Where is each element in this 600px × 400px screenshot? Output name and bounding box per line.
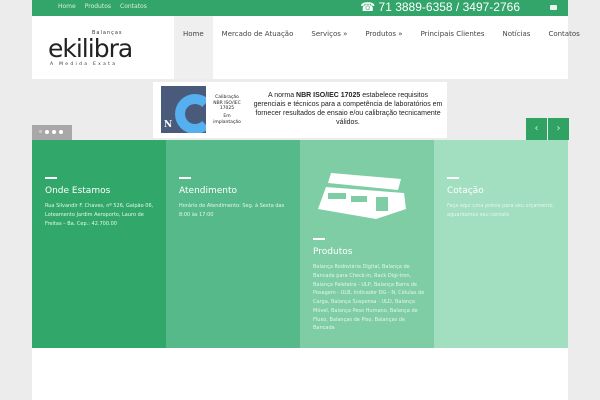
phone-number: ☎ 71 3889-6358 / 3497-2766	[360, 0, 520, 14]
slide-dot[interactable]	[59, 130, 63, 134]
column-text: Balança Rodoviária Digital, Balança de B…	[313, 264, 425, 332]
slide-dot[interactable]	[39, 130, 42, 133]
banner-text-pre: A norma	[268, 92, 297, 99]
content-area	[32, 348, 568, 400]
scale-icon	[318, 173, 406, 219]
slider-pagination[interactable]	[32, 125, 72, 140]
caption-line: Em implantação	[213, 113, 241, 125]
nav-clientes[interactable]: Principais Clientes	[412, 16, 494, 79]
slide-dot[interactable]	[45, 130, 49, 134]
top-link-home[interactable]: Home	[58, 3, 76, 10]
top-link-produtos[interactable]: Produtos	[85, 3, 111, 10]
divider	[45, 177, 57, 179]
slider-banner[interactable]: N Calibração NBR ISO/IEC 17025 Em implan…	[153, 82, 447, 138]
column-text: Horário de Atendimento: Seg. à Sexta das…	[179, 203, 285, 218]
column-text: Rua Silvandir F. Chaves, nº 526, Galpão …	[45, 203, 154, 227]
column-text: Faça aqui uma prévia para seu orçamento,…	[447, 203, 555, 218]
banner-caption: Calibração NBR ISO/IEC 17025 Em implanta…	[209, 95, 245, 125]
mail-icon[interactable]	[550, 5, 557, 10]
logo-tagline: A Medida Exata	[50, 62, 118, 67]
inmetro-logo-image: N	[161, 86, 206, 133]
column-title: Atendimento	[179, 186, 238, 196]
nav-noticias[interactable]: Notícias	[493, 16, 539, 79]
slider-prev-button[interactable]: ‹	[526, 118, 547, 140]
slide-dot[interactable]	[52, 130, 56, 134]
main-nav: Home Mercado de Atuação Serviços » Produ…	[174, 16, 589, 79]
divider	[313, 238, 325, 240]
top-links: Home Produtos Contatos	[58, 3, 147, 10]
caption-line: 17025	[219, 106, 235, 112]
nav-produtos[interactable]: Produtos »	[356, 16, 411, 79]
banner-text: A norma NBR ISO/IEC 17025 estabelece req…	[253, 91, 443, 127]
slider-next-button[interactable]: ›	[548, 118, 569, 140]
top-bar: Home Produtos Contatos ☎ 71 3889-6358 / …	[32, 0, 568, 16]
divider	[179, 177, 191, 179]
nav-servicos[interactable]: Serviços »	[302, 16, 356, 79]
top-link-contatos[interactable]: Contatos	[120, 3, 147, 10]
nav-home[interactable]: Home	[174, 16, 213, 79]
column-title: Onde Estamos	[45, 186, 111, 196]
feature-columns: Onde Estamos Rua Silvandir F. Chaves, nº…	[32, 140, 568, 348]
nav-contatos[interactable]: Contatos	[539, 16, 588, 79]
column-title: Produtos	[313, 247, 353, 257]
column-cotacao[interactable]: Cotação Faça aqui uma prévia para seu or…	[434, 140, 568, 348]
header: Balanças ekilibra A Medida Exata Home Me…	[32, 16, 580, 79]
column-atendimento[interactable]: Atendimento Horário de Atendimento: Seg.…	[166, 140, 300, 348]
column-produtos[interactable]: Produtos Balança Rodoviária Digital, Bal…	[300, 140, 434, 348]
column-title: Cotação	[447, 186, 484, 196]
column-onde-estamos[interactable]: Onde Estamos Rua Silvandir F. Chaves, nº…	[32, 140, 166, 348]
logo-word: ekilibra	[48, 34, 133, 63]
nav-mercado[interactable]: Mercado de Atuação	[213, 16, 303, 79]
divider	[447, 177, 459, 179]
banner-text-bold: NBR ISO/IEC 17025	[296, 92, 361, 99]
logo[interactable]: Balanças ekilibra A Medida Exata	[48, 28, 148, 68]
